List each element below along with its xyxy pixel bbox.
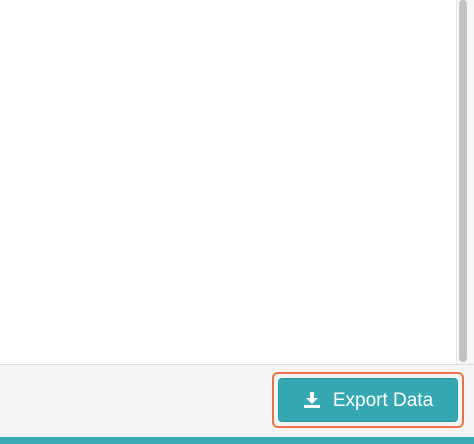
download-icon [303, 391, 321, 409]
bottom-accent-bar [0, 437, 474, 444]
content-area [0, 0, 456, 364]
dialog-frame: Export Data [0, 0, 474, 444]
export-data-button[interactable]: Export Data [278, 378, 458, 422]
scrollbar-thumb[interactable] [459, 0, 467, 362]
export-data-label: Export Data [332, 389, 434, 411]
